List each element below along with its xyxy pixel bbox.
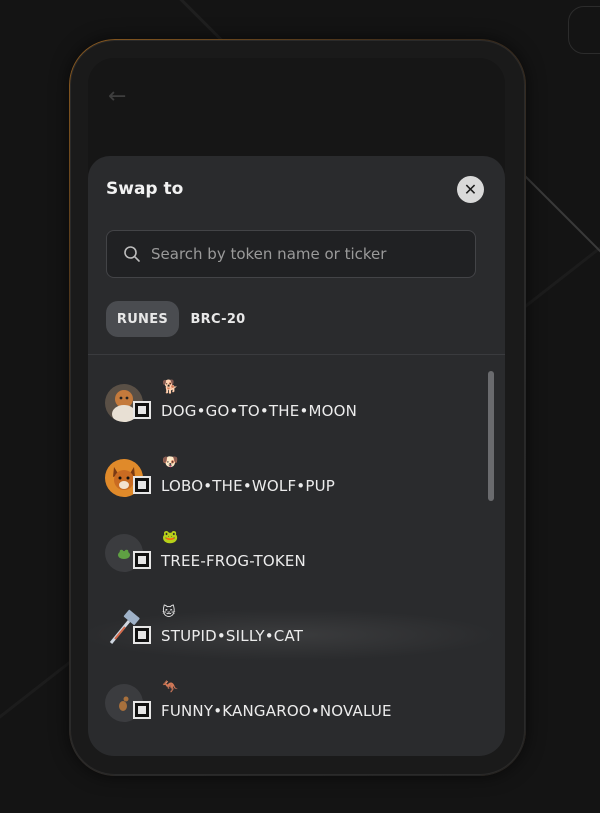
tab-runes[interactable]: RUNES xyxy=(106,301,179,337)
rune-badge-icon xyxy=(133,626,151,644)
tab-label: RUNES xyxy=(116,311,169,327)
background-line xyxy=(519,170,600,271)
search-input[interactable] xyxy=(151,231,461,277)
phone-screen: ← Swap to ✕ RUNES BRC-20 xyxy=(88,58,505,756)
rune-badge-icon xyxy=(133,476,151,494)
token-symbol: 🐸 xyxy=(162,530,179,545)
divider xyxy=(88,354,505,355)
tab-label: BRC-20 xyxy=(190,311,246,327)
token-symbol: 🦘 xyxy=(162,680,179,695)
token-symbol: 🐶 xyxy=(162,455,179,470)
rune-badge-icon xyxy=(133,551,151,569)
token-name: LOBO•THE•WOLF•PUP xyxy=(161,477,336,495)
background-chip xyxy=(568,6,600,54)
token-row-dog[interactable]: 🐕 DOG•GO•TO•THE•MOON xyxy=(88,378,478,444)
token-name: STUPID•SILLY•CAT xyxy=(161,627,304,645)
token-symbol: 🐱 xyxy=(162,605,176,620)
close-icon: ✕ xyxy=(463,180,478,199)
rune-badge-icon xyxy=(133,401,151,419)
scrollbar[interactable] xyxy=(488,371,494,501)
back-arrow-icon[interactable]: ← xyxy=(108,86,126,108)
token-row-kangaroo[interactable]: 🦘 FUNNY•KANGAROO•NOVALUE xyxy=(88,678,478,744)
token-row-cat[interactable]: 🐱 STUPID•SILLY•CAT xyxy=(88,603,498,669)
rune-badge-icon xyxy=(133,701,151,719)
token-symbol: 🐕 xyxy=(162,380,179,395)
search-box[interactable] xyxy=(106,230,476,278)
swap-to-sheet: Swap to ✕ RUNES BRC-20 xyxy=(88,156,505,756)
close-button[interactable]: ✕ xyxy=(457,176,484,203)
token-row-frog[interactable]: 🐸 TREE-FROG-TOKEN xyxy=(88,528,478,594)
token-name: FUNNY•KANGAROO•NOVALUE xyxy=(161,702,392,720)
sheet-title: Swap to xyxy=(106,179,184,199)
token-name: TREE-FROG-TOKEN xyxy=(161,552,306,570)
tab-brc-20[interactable]: BRC-20 xyxy=(188,301,248,337)
search-icon xyxy=(124,246,140,262)
token-name: DOG•GO•TO•THE•MOON xyxy=(161,402,358,420)
token-row-lobo[interactable]: 🐶 LOBO•THE•WOLF•PUP xyxy=(88,453,478,519)
